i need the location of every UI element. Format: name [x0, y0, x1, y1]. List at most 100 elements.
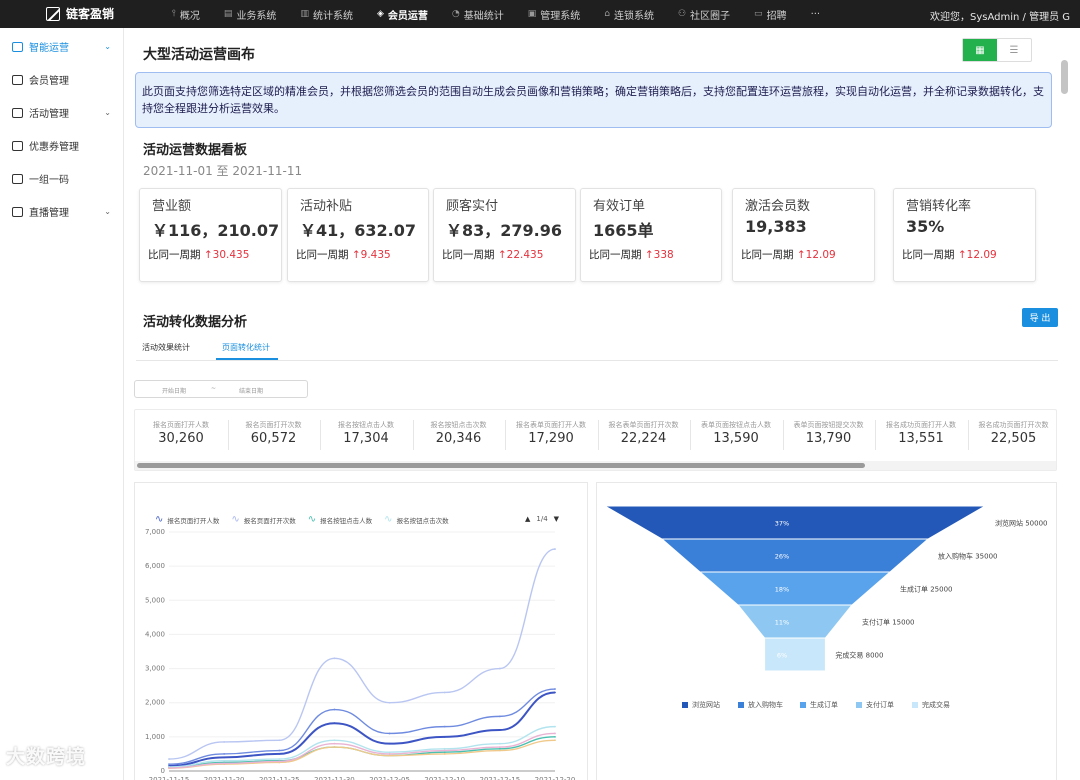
stat-label: 报名按钮点击人数 — [338, 421, 394, 429]
x-tick-label: 2021-12-05 — [369, 776, 410, 780]
date-range-picker[interactable]: 开始日期 ~ 结束日期 — [134, 380, 308, 398]
nav-item-0[interactable]: ⫯ 概况 — [160, 0, 212, 28]
horizontal-scrollbar-thumb[interactable] — [137, 463, 865, 468]
kpi-card: 活动补贴 ￥41，632.07 比同一周期 ↑9.435 — [287, 188, 429, 282]
conversion-stats-strip: 报名页面打开人数 30,260 报名页面打开次数 60,572 报名按钮点击人数 17,3… — [134, 409, 1057, 471]
activity-icon — [12, 107, 23, 118]
x-tick-label: 2021-11-30 — [314, 776, 355, 780]
x-tick-label: 2021-11-20 — [204, 776, 245, 780]
data-point — [443, 691, 446, 694]
kpi-card: 有效订单 1665单 比同一周期 ↑338 — [580, 188, 722, 282]
stat-item: 报名表单页面打开人数 17,290 — [505, 410, 597, 460]
sidebar-item-label: 一组一码 — [29, 175, 69, 186]
nav-item-label: 概况 — [179, 10, 200, 22]
sidebar-item-5[interactable]: 直播管理 ⌄ — [0, 195, 123, 228]
stat-divider — [227, 420, 229, 450]
live-icon — [12, 206, 23, 217]
funnel-legend-label[interactable]: 放入购物车 — [748, 700, 783, 709]
funnel-segment[interactable] — [764, 637, 826, 672]
sidebar-item-label: 会员管理 — [29, 76, 69, 87]
nav-item-7[interactable]: ⚇ 社区圈子 — [666, 0, 742, 28]
app-logo[interactable]: 链客盈销 — [46, 5, 114, 22]
data-point — [554, 688, 556, 690]
funnel-legend-label[interactable]: 浏览网站 — [692, 700, 720, 709]
arrow-up-icon: ↑ — [348, 249, 361, 261]
sidebar-item-0[interactable]: 智能运营 ⌄ — [0, 30, 123, 63]
funnel-chart-panel: 37% 浏览网站 50000 26% 放入购物车 35000 18% 生成订单 25000… — [596, 482, 1057, 780]
date-separator: ~ — [211, 385, 217, 392]
community-icon: ⚇ — [677, 9, 687, 19]
nav-item-label: 业务系统 — [236, 10, 277, 22]
funnel-legend-label[interactable]: 支付订单 — [866, 700, 894, 709]
kpi-compare-label: 比同一周期 — [148, 249, 201, 261]
data-point — [388, 753, 391, 755]
arrow-up-icon: ↑ — [954, 249, 967, 261]
stat-value: 13,790 — [805, 431, 852, 446]
stat-divider — [875, 420, 876, 450]
funnel-legend-label[interactable]: 完成交易 — [922, 700, 950, 709]
sidebar-item-label: 直播管理 — [29, 208, 69, 219]
kpi-compare-label: 比同一周期 — [589, 249, 642, 261]
stat-value: 17,304 — [343, 431, 389, 446]
stat-divider — [412, 420, 414, 450]
kpi-change: 338 — [653, 249, 674, 261]
stat-value: 22,224 — [620, 431, 667, 446]
start-date-input[interactable]: 开始日期 — [162, 386, 186, 395]
nav-item-8[interactable]: ▭ 招聘 — [742, 0, 799, 28]
stat-label: 报名成功页面打开人数 — [886, 421, 956, 429]
nav-item-3[interactable]: ◈ 会员运营 — [365, 0, 440, 28]
vertical-scrollbar[interactable] — [1061, 60, 1068, 94]
stat-label: 报名按钮点击次数 — [430, 421, 487, 429]
list-view-button[interactable]: ☰ — [997, 39, 1031, 61]
nav-item-1[interactable]: ▤ 业务系统 — [212, 0, 289, 28]
kpi-label: 顾客实付 — [446, 199, 499, 214]
sidebar-item-1[interactable]: 会员管理 — [0, 63, 123, 96]
y-tick-label: 6,000 — [145, 562, 165, 570]
grid-view-button[interactable]: ▦ — [963, 39, 997, 61]
stat-value: 20,346 — [435, 431, 482, 446]
briefcase-icon: ▭ — [754, 9, 763, 19]
nav-item-5[interactable]: ▣ 管理系统 — [516, 0, 593, 28]
stat-value: 13,551 — [898, 431, 944, 446]
chevron-down-icon[interactable]: ⌄ — [104, 42, 111, 51]
stat-item: 报名按钮点击人数 17,304 — [320, 410, 412, 460]
tab-page-conversion[interactable]: 页面转化统计 — [222, 342, 270, 353]
funnel-segment[interactable] — [736, 604, 854, 639]
end-date-input[interactable]: 结束日期 — [239, 386, 263, 395]
export-button[interactable]: 导 出 — [1022, 308, 1058, 327]
nav-item-2[interactable]: ▥ 统计系统 — [288, 0, 365, 28]
y-tick-label: 4,000 — [145, 630, 165, 638]
funnel-legend-label[interactable]: 生成订单 — [810, 700, 838, 709]
tabs: 活动效果统计 页面转化统计 — [136, 334, 1058, 361]
stat-label: 报名页面打开次数 — [245, 421, 302, 429]
grid-icon: ▤ — [223, 9, 233, 19]
pie-icon: ◔ — [451, 9, 460, 19]
nav-item-6[interactable]: ⌂ 连锁系统 — [592, 0, 666, 28]
nav-item-9[interactable]: ··· — [799, 0, 833, 28]
user-greeting[interactable]: 欢迎您，SysAdmin / 管理员 G — [930, 8, 1070, 23]
sidebar-item-4[interactable]: 一组一码 — [0, 162, 123, 195]
stat-item: 表单页面按钮点击人数 13,590 — [690, 410, 782, 460]
chevron-down-icon[interactable]: ⌄ — [104, 108, 111, 117]
kpi-label: 活动补贴 — [300, 199, 353, 214]
nav-item-label: 社区圈子 — [690, 10, 731, 22]
funnel-category-label: 浏览网站 50000 — [995, 519, 1048, 528]
nav-item-label: 统计系统 — [312, 10, 353, 22]
dashboard-title: 活动运营数据看板 — [143, 143, 248, 158]
nav-item-4[interactable]: ◔ 基础统计 — [440, 0, 516, 28]
data-point — [278, 760, 281, 763]
funnel-segment[interactable] — [698, 571, 892, 606]
sidebar-item-2[interactable]: 活动管理 ⌄ — [0, 96, 123, 129]
funnel-segment[interactable] — [660, 538, 930, 573]
y-tick-label: 2,000 — [145, 699, 165, 707]
stat-item: 报名成功页面打开人数 13,551 — [875, 410, 967, 460]
funnel-category-label: 放入购物车 35000 — [938, 552, 998, 561]
horizontal-scrollbar[interactable] — [135, 461, 1056, 470]
funnel-segment[interactable] — [603, 505, 987, 540]
tab-effect-stats[interactable]: 活动效果统计 — [142, 342, 190, 353]
arrow-up-icon: ↑ — [793, 249, 806, 261]
sidebar-item-3[interactable]: 优惠券管理 — [0, 129, 123, 162]
top-bar: 链客盈销 ⫯ 概况 ▤ 业务系统 ▥ 统计系统 ◈ 会员运营 ◔ 基础统计 ▣ 管理系统 ⌂ 连锁系统 ⚇ 社… — [0, 0, 1080, 28]
chevron-down-icon[interactable]: ⌄ — [104, 207, 111, 216]
main-content: 大型活动运营画布 ▦ ☰ 此页面支持您筛选特定区域的精准会员，并根据您筛选会员的… — [126, 28, 1070, 780]
